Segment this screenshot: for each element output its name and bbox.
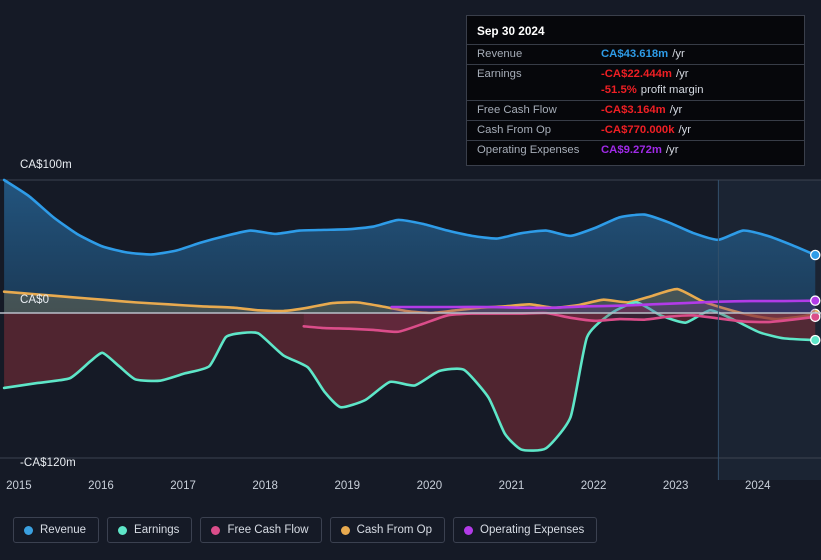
series-revenue — [2, 178, 821, 313]
legend-swatch-icon — [211, 525, 221, 535]
chart-legend[interactable]: Revenue Earnings Free Cash Flow Cash From O… — [13, 517, 598, 543]
tooltip-row: Revenue CA$43.618m/yr — [467, 44, 804, 64]
series-endpoint-dot — [810, 295, 821, 306]
series-fill — [4, 180, 816, 313]
tooltip-row: Earnings -CA$22.444m/yr — [467, 64, 804, 84]
legend-item-operating-expenses[interactable]: Operating Expenses — [453, 517, 598, 543]
tooltip-row-unit: profit margin — [640, 84, 704, 96]
series-endpoint-dot — [810, 249, 821, 261]
y-axis-label-bottom: -CA$120m — [20, 457, 76, 469]
tooltip-row-label: Cash From Op — [477, 124, 552, 136]
tooltip-row: -51.5% profit margin — [467, 84, 804, 100]
chart-svg — [0, 178, 821, 480]
tooltip-row-value: -51.5% profit margin — [601, 84, 704, 96]
legend-swatch-icon — [118, 525, 128, 535]
tooltip-row-unit: /yr — [665, 144, 679, 156]
legend-item-revenue[interactable]: Revenue — [13, 517, 100, 543]
x-tick-2018: 2018 — [252, 480, 278, 492]
y-axis-label-zero: CA$0 — [20, 294, 50, 306]
x-tick-2019: 2019 — [334, 480, 361, 492]
tooltip-row-label: Free Cash Flow — [477, 104, 557, 116]
x-tick-2022: 2022 — [580, 480, 607, 492]
legend-item-cash-from-op[interactable]: Cash From Op — [329, 517, 446, 543]
tooltip-row-value: CA$9.272m/yr — [601, 144, 679, 156]
x-tick-2015: 2015 — [6, 480, 32, 492]
legend-item-label: Cash From Op — [356, 524, 433, 536]
chart-plot-area[interactable] — [0, 160, 821, 480]
tooltip-row-unit: /yr — [678, 124, 692, 136]
tooltip-row-value: -CA$3.164m/yr — [601, 104, 683, 116]
legend-item-label: Revenue — [40, 524, 87, 536]
financial-chart-screenshot: CA$100m CA$0 -CA$120m 2015 2016 2017 2018 20… — [0, 0, 821, 560]
x-tick-2021: 2021 — [498, 480, 525, 492]
legend-swatch-icon — [340, 525, 350, 535]
legend-item-label: Earnings — [134, 524, 180, 536]
tooltip-row-unit: /yr — [672, 48, 685, 60]
tooltip-row-value: -CA$770.000k/yr — [601, 124, 692, 136]
tooltip-row-value: CA$43.618m/yr — [601, 48, 685, 60]
legend-item-label: Free Cash Flow — [227, 524, 309, 536]
tooltip-row-value: -CA$22.444m/yr — [601, 68, 689, 80]
tooltip-row-unit: /yr — [675, 68, 689, 80]
legend-swatch-icon — [24, 525, 33, 535]
x-tick-2016: 2016 — [88, 480, 114, 492]
y-axis-label-top: CA$100m — [20, 159, 72, 171]
tooltip-row-label: Operating Expenses — [477, 144, 580, 156]
tooltip-row-label: Revenue — [477, 48, 523, 60]
x-tick-2023: 2023 — [662, 480, 689, 492]
x-tick-2020: 2020 — [416, 480, 443, 492]
tooltip-row-unit: /yr — [669, 104, 683, 116]
tooltip-rows: Revenue CA$43.618m/yr Earnings -CA$22.444m /… — [467, 44, 804, 160]
tooltip-row: Operating Expenses CA$9.272m/yr — [467, 140, 804, 160]
legend-item-earnings[interactable]: Earnings — [107, 517, 193, 543]
tooltip-date: Sep 30 2024 — [477, 24, 545, 38]
legend-swatch-icon — [464, 525, 474, 535]
tooltip-row: Cash From Op -CA$770.000k/yr — [467, 120, 804, 140]
x-tick-2024: 2024 — [744, 480, 771, 492]
series-endpoint-dot — [810, 334, 821, 346]
tooltip-row-label: Earnings — [477, 68, 522, 80]
data-tooltip: Sep 30 2024 Revenue CA$43.618m/yr Earnings… — [466, 15, 805, 166]
tooltip-row: Free Cash Flow -CA$3.164m/yr — [467, 100, 804, 120]
legend-item-free-cash-flow[interactable]: Free Cash Flow — [200, 517, 322, 543]
x-tick-2017: 2017 — [170, 480, 196, 492]
legend-item-label: Operating Expenses — [480, 524, 585, 536]
x-axis: 2015 2016 2017 2018 2019 2020 2021 2022 2023 2024 — [0, 480, 821, 504]
